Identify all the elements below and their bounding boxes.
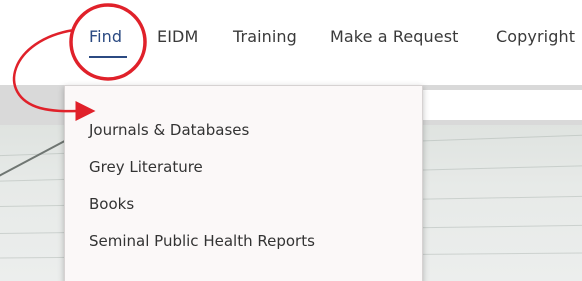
nav-item-find[interactable]: Find — [89, 27, 122, 46]
menu-item-grey-literature[interactable]: Grey Literature — [89, 158, 203, 176]
menu-item-journals-databases[interactable]: Journals & Databases — [89, 121, 249, 139]
nav-item-eidm[interactable]: EIDM — [157, 27, 198, 46]
nav-item-copyright[interactable]: Copyright — [496, 27, 575, 46]
main-nav: Find EIDM Training Make a Request Copyri… — [0, 0, 582, 85]
page: Find EIDM Training Make a Request Copyri… — [0, 0, 582, 281]
find-dropdown-menu: Journals & Databases Grey Literature Boo… — [64, 85, 423, 281]
menu-item-books[interactable]: Books — [89, 195, 134, 213]
search-field-area[interactable] — [422, 90, 582, 120]
nav-item-make-a-request[interactable]: Make a Request — [330, 27, 459, 46]
nav-item-training[interactable]: Training — [233, 27, 297, 46]
active-nav-underline — [89, 56, 127, 58]
menu-item-seminal-public-health-reports[interactable]: Seminal Public Health Reports — [89, 232, 315, 250]
